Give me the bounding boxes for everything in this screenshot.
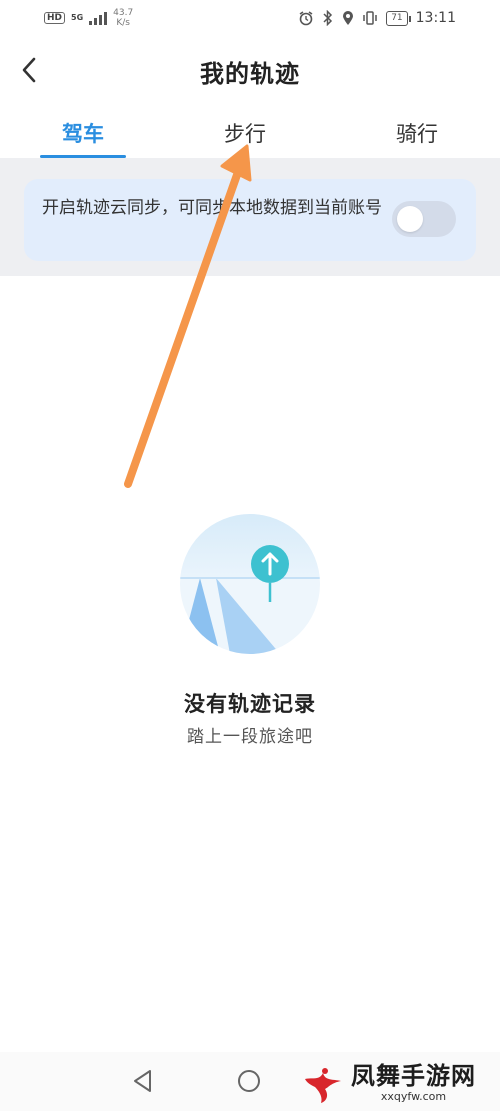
empty-subtitle: 踏上一段旅途吧 <box>187 727 313 747</box>
sync-section: 开启轨迹云同步，可同步本地数据到当前账号 <box>0 158 500 276</box>
battery-icon: 71 <box>386 10 412 26</box>
hd-badge: HD <box>44 12 66 24</box>
sync-description: 开启轨迹云同步，可同步本地数据到当前账号 <box>42 198 382 218</box>
nav-back-icon[interactable] <box>130 1068 156 1094</box>
watermark: 凤舞手游网 xxqyfw.com <box>299 1056 476 1108</box>
watermark-text: 凤舞手游网 xxqyfw.com <box>351 1062 476 1103</box>
sync-card: 开启轨迹云同步，可同步本地数据到当前账号 <box>24 179 476 261</box>
location-icon <box>343 11 354 25</box>
system-nav-bar: 凤舞手游网 xxqyfw.com <box>0 1052 500 1111</box>
toggle-knob <box>397 206 423 232</box>
page-title: 我的轨迹 <box>200 60 300 88</box>
nav-home-icon[interactable] <box>236 1068 262 1094</box>
tab-bar: 驾车 步行 骑行 <box>0 108 500 158</box>
network-speed-value: 43.7 <box>113 8 134 18</box>
header: 我的轨迹 <box>0 36 500 104</box>
tab-walk[interactable]: 步行 <box>224 118 266 148</box>
empty-road-illustration <box>180 514 320 654</box>
watermark-name: 凤舞手游网 <box>351 1061 476 1090</box>
network-type: 5G <box>71 13 84 22</box>
clock: 13:11 <box>415 10 456 26</box>
tab-ride[interactable]: 骑行 <box>396 118 438 148</box>
status-right: 71 13:11 <box>298 10 456 26</box>
watermark-logo-icon <box>305 1068 341 1103</box>
alarm-icon <box>299 11 313 26</box>
vibrate-icon <box>363 11 377 25</box>
empty-title: 没有轨迹记录 <box>184 692 316 716</box>
watermark-url: xxqyfw.com <box>380 1089 447 1103</box>
network-speed-unit: K/s <box>116 18 130 28</box>
network-speed: 43.7 K/s <box>113 8 133 28</box>
bluetooth-icon <box>323 10 333 26</box>
tab-drive[interactable]: 驾车 <box>62 118 104 148</box>
cloud-sync-toggle[interactable] <box>392 201 456 237</box>
signal-icon <box>89 11 108 25</box>
status-bar: HD 5G 43.7 K/s 71 13:11 <box>0 0 500 36</box>
status-left: HD 5G 43.7 K/s <box>44 8 133 28</box>
